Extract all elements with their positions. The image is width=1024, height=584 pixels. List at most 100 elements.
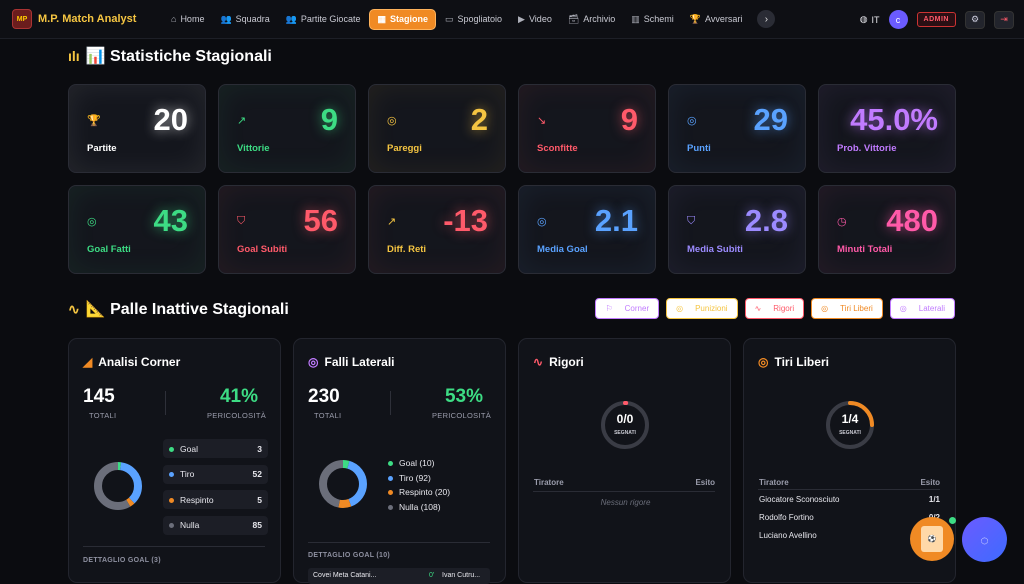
stat-value: 43 [153, 203, 188, 238]
nav-item-home[interactable]: ⌂ Home [164, 10, 211, 28]
stat-card: ↗ -13 Diff. Reti [368, 185, 506, 274]
divider [533, 491, 715, 492]
stat-label: Vittorie [237, 143, 270, 154]
stat-card: ◎ 29 Punti [668, 84, 806, 173]
app-logo[interactable]: MP M.P. Match Analyst [12, 9, 152, 29]
chat-button[interactable]: ◌ [962, 517, 1007, 562]
stat-card: ◎ 43 Goal Fatti [68, 185, 206, 274]
legend-label: Respinto (20) [399, 487, 451, 497]
nav-item-stagione[interactable]: ▦ Stagione [369, 8, 436, 30]
stat-value: 2.8 [744, 203, 788, 238]
divider [758, 489, 940, 490]
language-label: IT [871, 14, 880, 25]
divider [83, 546, 265, 547]
trophy-icon: 🏆 [87, 115, 101, 127]
legend-dot [388, 504, 393, 510]
legend-dot [388, 461, 393, 467]
app-title: M.P. Match Analyst [38, 13, 137, 25]
logout-icon[interactable]: ⇥ [994, 10, 1014, 29]
legend-item: Tiro 52 [163, 464, 268, 484]
legend-label: Goal [180, 443, 198, 454]
col-header: Esito [695, 478, 715, 487]
stat-card: ◎ 2.1 Media Goal [518, 185, 656, 274]
target-icon: ◎ [537, 216, 547, 228]
rigori-title: ∿ Rigori [533, 355, 584, 369]
nav-item-schemi[interactable]: ▥ Schemi [624, 10, 681, 29]
filter-label: Tiri Liberi [840, 304, 873, 313]
season-stats-title: ılı 📊 Statistiche Stagionali [68, 48, 272, 65]
filter-chip-laterali[interactable]: ◎ Laterali [889, 298, 955, 319]
legend-label: Nulla (108) [399, 501, 441, 512]
mascot-icon: ⚽ [921, 526, 943, 552]
nav-item-partite-giocate[interactable]: 👥 Partite Giocate [279, 10, 368, 29]
laterali-donut-chart [319, 460, 367, 508]
target-icon: ◎ [87, 216, 97, 228]
nav-item-squadra[interactable]: 👥 Squadra [213, 10, 276, 29]
legend-label-wrap: Respinto [169, 495, 214, 505]
nav-item-avversari[interactable]: 🏆 Avversari [683, 10, 750, 29]
stat-value: 29 [753, 102, 788, 137]
filter-icon: ◎ [821, 304, 829, 313]
stat-label: Media Goal [537, 244, 588, 255]
nav-label: Home [180, 14, 205, 24]
nav-label: Squadra [235, 14, 270, 24]
stat-card: ⛉ 2.8 Media Subiti [668, 185, 806, 274]
legend-value: 52 [252, 469, 262, 479]
player-result: 1/1 [928, 495, 940, 504]
legend-label: Tiro [180, 469, 195, 479]
col-header: Tiratore [759, 478, 789, 487]
laterali-total-label: TOTALI [314, 411, 342, 420]
legend-label: Tiro (92) [399, 472, 431, 483]
divider [165, 391, 166, 415]
shield-icon: ⛉ [237, 215, 246, 227]
legend-label: Respinto [180, 494, 214, 505]
laterali-total: 230 [308, 386, 340, 407]
legend-dot [169, 523, 174, 529]
avatar[interactable]: c [888, 10, 908, 29]
stat-label: Goal Fatti [87, 244, 131, 255]
online-status-dot [949, 517, 956, 524]
nav-item-spogliatoio[interactable]: ▭ Spogliatoio [438, 10, 509, 29]
empty-message: Nessun rigore [600, 498, 651, 507]
corner-pct: 41% [219, 386, 258, 407]
filter-chip-corner[interactable]: ⚐ Corner [595, 298, 660, 319]
home-icon: ⌂ [171, 14, 177, 24]
nav-next-icon[interactable]: › [757, 10, 776, 28]
nav-item-video[interactable]: ▶ Video [511, 10, 559, 29]
filter-chip-punizioni[interactable]: ◎ Punizioni [666, 298, 738, 319]
legend-label-wrap: Goal [169, 444, 198, 454]
tiri-liberi-ratio: 1/4 [841, 412, 859, 426]
corner-title: ◢ Analisi Corner [83, 355, 181, 369]
clock-icon: ◷ [837, 216, 847, 228]
stat-card: ◷ 480 Minuti Totali [818, 185, 956, 274]
divider [308, 542, 490, 543]
stat-value: 45.0% [850, 102, 938, 137]
filter-chip-rigori[interactable]: ∿ Rigori [744, 298, 805, 319]
legend-label: Nulla [180, 520, 200, 530]
stat-card: ◎ 2 Pareggi [368, 84, 506, 173]
legend-dot [169, 472, 174, 478]
rigori-ratio: 0/0 [616, 412, 634, 426]
nav-item-archivio[interactable]: 🗃 Archivio [561, 10, 622, 29]
laterali-title: ◎ Falli Laterali [308, 355, 395, 369]
legend-value: 85 [252, 520, 262, 530]
stat-label: Prob. Vittorie [837, 143, 897, 154]
col-header: Tiratore [534, 478, 564, 487]
nav-label: Stagione [389, 14, 428, 24]
nav-label: Avversari [705, 14, 743, 24]
book-icon: ▥ [631, 13, 640, 24]
table-row[interactable]: Covei Meta Catani... 0' Ivan Cutru... [308, 568, 490, 584]
filter-chip-tiri-liberi[interactable]: ◎ Tiri Liberi [811, 298, 883, 319]
col-header: Esito [920, 478, 940, 487]
stat-value: 9 [620, 102, 638, 137]
chat-icon: ▭ [444, 13, 454, 24]
assistant-avatar-button[interactable]: ⚽ [910, 517, 956, 561]
player-name: Giocatore Sconosciuto [759, 495, 840, 504]
legend-value: 5 [257, 494, 262, 505]
nav-label: Archivio [583, 14, 616, 24]
settings-icon[interactable]: ⚙ [965, 10, 985, 29]
rigori-sub: SEGNATI [614, 430, 636, 436]
language-selector[interactable]: ◍ IT [860, 14, 880, 25]
admin-badge[interactable]: ADMIN [916, 12, 956, 27]
stat-label: Diff. Reti [387, 244, 427, 255]
